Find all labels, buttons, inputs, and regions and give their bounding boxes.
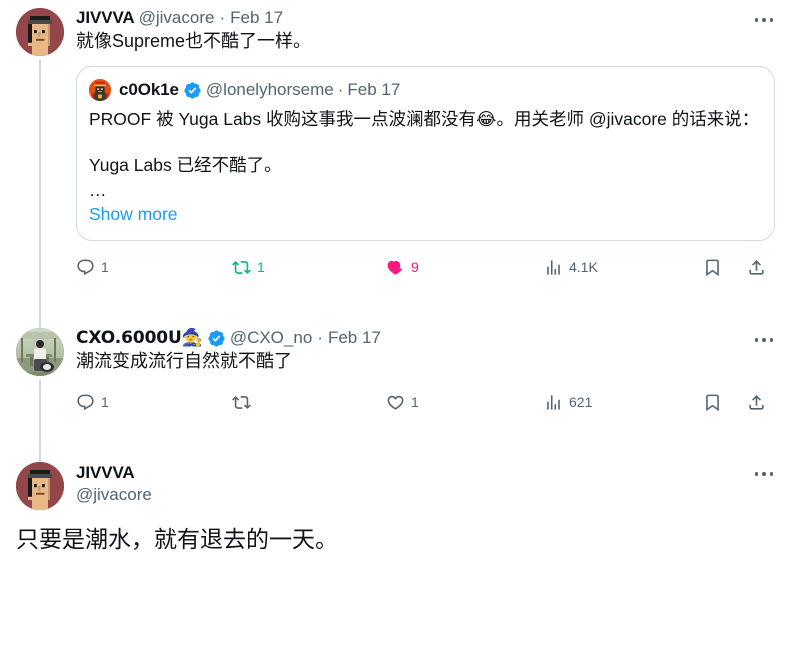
quoted-author-row: c0Ok1e @lonelyhorseme · Feb 17 [89, 79, 762, 101]
more-options-button[interactable] [747, 462, 781, 486]
tweet-gutter [16, 316, 64, 460]
tweet-timestamp[interactable]: Feb 17 [230, 8, 283, 28]
reply-icon [77, 259, 94, 275]
author-handle[interactable]: @CXO_no [230, 328, 312, 348]
tweet-gutter [16, 448, 64, 510]
more-dot [754, 18, 759, 22]
retweet-icon [232, 260, 251, 274]
pixel-orange-avatar-icon [89, 79, 111, 101]
share-icon [749, 394, 764, 410]
tweet-text: 就像Supreme也不酷了一样。 [76, 31, 312, 51]
retweet-button[interactable]: 1 [232, 251, 265, 283]
pixel-punk-red-avatar-icon [16, 462, 64, 510]
quoted-tweet-text-line-2: Yuga Labs 已经不酷了。 [89, 155, 282, 175]
quoted-avatar[interactable] [89, 79, 111, 101]
views-icon [547, 394, 560, 410]
author-display-name[interactable]: JIVVVA [76, 8, 135, 28]
photo-person-dog-avatar-icon [16, 328, 64, 376]
quoted-author-display-name[interactable]: c0Ok1e [119, 80, 179, 100]
tweet-author-row: JIVVVA @jivacore · Feb 17 [76, 8, 781, 28]
like-count: 1 [411, 394, 419, 410]
more-dot [762, 18, 766, 22]
tweet-item-focused[interactable]: JIVVVA @jivacore [0, 448, 797, 510]
more-options-button[interactable] [747, 328, 781, 352]
more-options-button[interactable] [747, 8, 781, 32]
views-count: 621 [569, 394, 593, 410]
share-button[interactable] [747, 251, 766, 283]
avatar[interactable] [16, 8, 64, 56]
more-dot [762, 472, 766, 476]
more-dot [769, 18, 774, 22]
verified-badge-icon [183, 81, 202, 100]
tweet-body: JIVVVA @jivacore · Feb 17 就像Supreme也不酷了一… [64, 8, 781, 320]
quoted-separator-dot: · [337, 80, 344, 99]
more-dot [769, 338, 774, 342]
tweet-action-bar: 1 1 9 4.1K [76, 251, 764, 283]
views-button[interactable]: 4.1K [544, 251, 598, 283]
quoted-text-ellipsis: … [89, 180, 107, 200]
avatar[interactable] [16, 462, 64, 510]
reply-button[interactable]: 1 [76, 251, 109, 283]
focused-tweet-text: 只要是潮水，就有退去的一天。 [16, 526, 338, 552]
retweet-count: 1 [257, 259, 265, 275]
more-dot [754, 338, 759, 342]
heart-icon [387, 395, 404, 410]
tweet-item[interactable]: CXO.6000U🧙 @CXO_no · Feb 17 潮流变成流行自然就不酷了 [0, 316, 797, 460]
author-handle[interactable]: @jivacore [139, 8, 215, 28]
quoted-tweet-text-line-1: PROOF 被 Yuga Labs 收购这事我一点波澜都没有😂。用关老师 @ji… [89, 109, 760, 129]
views-count: 4.1K [569, 259, 598, 275]
author-display-name[interactable]: JIVVVA [76, 462, 781, 483]
author-handle[interactable]: @jivacore [76, 484, 781, 505]
quoted-timestamp: Feb 17 [347, 80, 401, 99]
like-button[interactable]: 1 [386, 386, 419, 418]
show-more-link[interactable]: Show more [89, 202, 178, 226]
share-icon [749, 259, 764, 275]
tweet-thread: JIVVVA @jivacore · Feb 17 就像Supreme也不酷了一… [0, 0, 797, 645]
reply-icon [77, 394, 94, 410]
thread-connector-line [39, 60, 41, 330]
retweet-icon [232, 395, 251, 409]
like-button[interactable]: 9 [386, 251, 419, 283]
verified-badge-icon [207, 329, 226, 348]
tweet-action-bar: 1 1 621 [76, 386, 764, 418]
reply-button[interactable]: 1 [76, 386, 109, 418]
thread-connector-line-top [39, 316, 41, 328]
author-display-name[interactable]: CXO.6000U🧙 [76, 328, 203, 348]
tweet-author-row: CXO.6000U🧙 @CXO_no · Feb 17 [76, 328, 781, 348]
bookmark-icon [706, 259, 719, 276]
pixel-punk-red-avatar-icon [16, 8, 64, 56]
reply-count: 1 [101, 259, 109, 275]
separator-dot: · [219, 8, 226, 27]
retweet-button[interactable] [232, 386, 257, 418]
views-button[interactable]: 621 [544, 386, 592, 418]
like-count: 9 [411, 259, 419, 275]
tweet-body: CXO.6000U🧙 @CXO_no · Feb 17 潮流变成流行自然就不酷了 [64, 328, 781, 450]
separator-dot: · [317, 328, 323, 347]
more-dot [754, 472, 759, 476]
tweet-text: 潮流变成流行自然就不酷了 [76, 351, 292, 371]
thread-connector-line-top [39, 448, 41, 462]
tweet-gutter [16, 8, 64, 330]
tweet-item[interactable]: JIVVVA @jivacore · Feb 17 就像Supreme也不酷了一… [0, 0, 797, 330]
more-dot [762, 338, 766, 342]
tweet-body: JIVVVA @jivacore [64, 462, 781, 510]
bookmark-button[interactable] [703, 386, 722, 418]
bookmark-button[interactable] [703, 251, 722, 283]
reply-count: 1 [101, 394, 109, 410]
tweet-timestamp[interactable]: Feb 17 [328, 328, 381, 348]
views-icon [547, 259, 560, 275]
share-button[interactable] [747, 386, 766, 418]
heart-icon [387, 260, 403, 275]
bookmark-icon [706, 394, 719, 411]
avatar[interactable] [16, 328, 64, 376]
quoted-tweet-card[interactable]: c0Ok1e @lonelyhorseme · Feb 17 PROOF 被 Y… [76, 66, 775, 241]
tweet-author-row: JIVVVA @jivacore [76, 462, 781, 505]
more-dot [769, 472, 774, 476]
quoted-author-handle[interactable]: @lonelyhorseme [206, 80, 334, 100]
